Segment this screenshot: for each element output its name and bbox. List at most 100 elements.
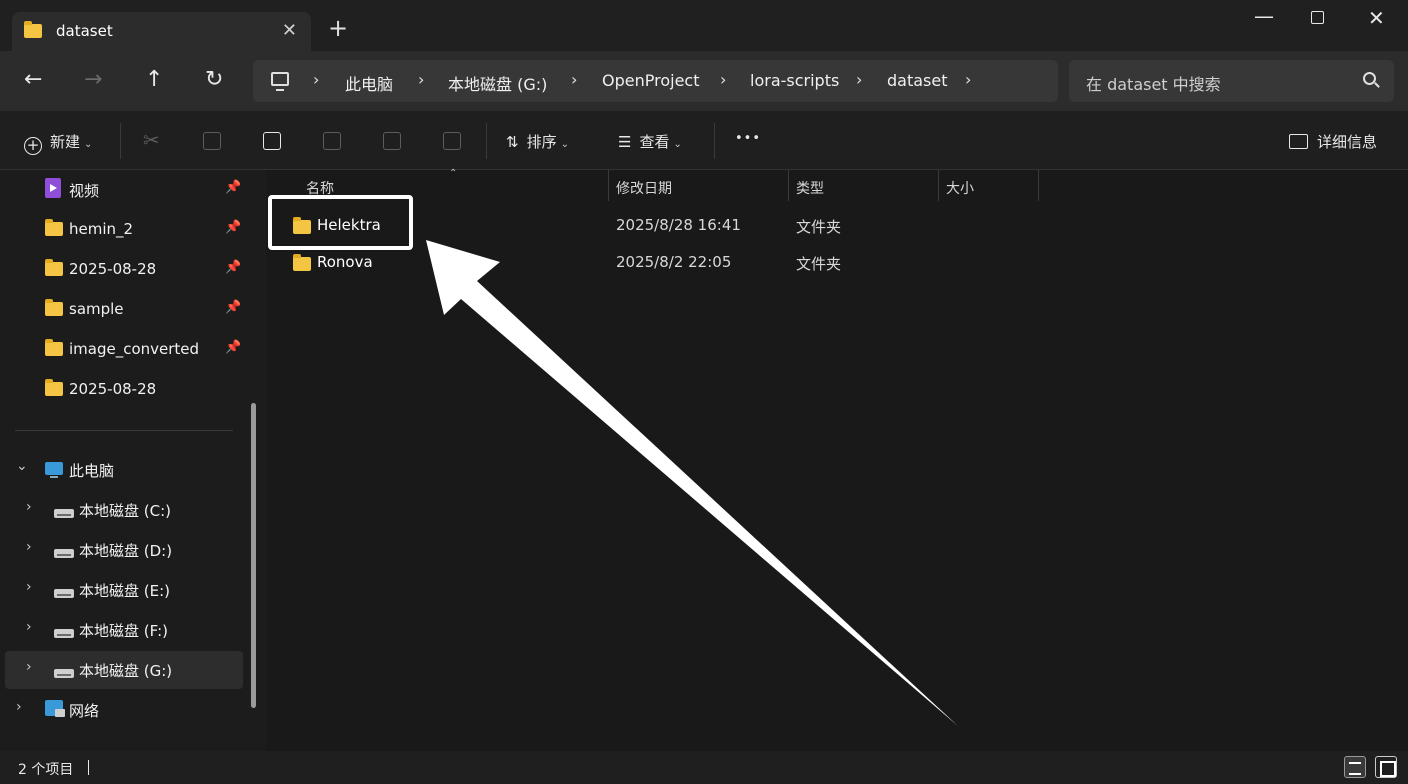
column-divider[interactable]	[938, 170, 939, 201]
column-header-type[interactable]: 类型	[796, 178, 824, 198]
view-label: 查看	[639, 133, 670, 151]
file-row-ronova[interactable]: Ronova 2025/8/2 22:05 文件夹	[268, 245, 1408, 281]
navigation-bar: ← → ↑ ↻ › 此电脑 › 本地磁盘 (G:) › OpenProject …	[0, 51, 1408, 111]
pin-icon[interactable]: 📌	[225, 340, 241, 355]
folder-icon	[45, 339, 63, 360]
folder-icon	[45, 259, 63, 280]
chevron-right-icon[interactable]: ›	[856, 70, 862, 89]
details-pane-icon	[1289, 134, 1308, 149]
breadcrumb-drive-g[interactable]: 本地磁盘 (G:)	[448, 71, 547, 95]
search-icon[interactable]	[1363, 72, 1376, 85]
folder-icon	[24, 21, 42, 38]
search-box[interactable]: 在 dataset 中搜索	[1069, 60, 1394, 102]
sidebar-item-label: hemin_2	[69, 220, 134, 238]
breadcrumb-lora-scripts[interactable]: lora-scripts	[750, 71, 839, 90]
address-bar[interactable]: › 此电脑 › 本地磁盘 (G:) › OpenProject › lora-s…	[253, 60, 1058, 102]
file-row-helektra[interactable]: Helektra 2025/8/28 16:41 文件夹	[268, 208, 1408, 244]
sidebar-item-label: 本地磁盘 (F:)	[79, 622, 168, 640]
sidebar-item-drive-c[interactable]: › 本地磁盘 (C:)	[0, 491, 250, 529]
chevron-down-icon: ⌄	[84, 139, 93, 150]
sidebar-item-drive-e[interactable]: › 本地磁盘 (E:)	[0, 571, 250, 609]
plus-icon: +	[24, 137, 42, 155]
sort-icon: ⇅	[506, 133, 519, 151]
system-drive-icon	[54, 502, 74, 520]
file-modified: 2025/8/28 16:41	[616, 216, 741, 234]
sidebar-item-drive-g[interactable]: › 本地磁盘 (G:)	[5, 651, 243, 689]
more-options-button[interactable]: •••	[735, 131, 761, 146]
details-view-button[interactable]	[1344, 756, 1366, 778]
chevron-right-icon[interactable]: ›	[26, 539, 32, 555]
chevron-right-icon[interactable]: ›	[720, 70, 726, 89]
sidebar-item-sample[interactable]: sample 📌	[0, 291, 250, 329]
paste-icon[interactable]	[263, 132, 281, 154]
sidebar-item-label: 本地磁盘 (C:)	[79, 502, 171, 520]
sidebar-item-2025-08-28[interactable]: 2025-08-28	[0, 371, 250, 409]
divider	[88, 760, 89, 775]
column-divider[interactable]	[788, 170, 789, 201]
column-header-size[interactable]: 大小	[946, 178, 974, 198]
sort-button[interactable]: ⇅ 排序 ⌄	[506, 131, 569, 152]
sidebar-item-drive-f[interactable]: › 本地磁盘 (F:)	[0, 611, 250, 649]
breadcrumb-this-pc[interactable]: 此电脑	[345, 71, 393, 95]
up-button[interactable]: ↑	[145, 69, 163, 91]
sidebar-scrollbar[interactable]	[251, 403, 256, 708]
column-divider[interactable]	[608, 170, 609, 201]
breadcrumb-openproject[interactable]: OpenProject	[602, 71, 699, 90]
rename-icon[interactable]	[323, 132, 341, 154]
copy-icon[interactable]	[203, 132, 221, 154]
tab-close-button[interactable]: ✕	[282, 20, 297, 41]
chevron-right-icon[interactable]: ›	[965, 70, 971, 89]
view-list-icon: ☰	[618, 133, 632, 151]
forward-button[interactable]: →	[84, 69, 102, 91]
new-tab-button[interactable]: +	[328, 16, 348, 40]
chevron-right-icon[interactable]: ›	[26, 659, 32, 675]
chevron-right-icon[interactable]: ›	[571, 70, 577, 89]
chevron-right-icon[interactable]: ›	[418, 70, 424, 89]
chevron-right-icon[interactable]: ›	[313, 70, 319, 89]
large-icons-view-button[interactable]	[1375, 756, 1397, 778]
sidebar-item-drive-d[interactable]: › 本地磁盘 (D:)	[0, 531, 250, 569]
divider	[120, 123, 121, 159]
sidebar-item-hemin-2[interactable]: hemin_2 📌	[0, 211, 250, 249]
pin-icon[interactable]: 📌	[225, 220, 241, 235]
navigation-pane: 视频 📌 hemin_2 📌 2025-08-28 📌 sample 📌 ima…	[0, 170, 266, 751]
sidebar-item-label: image_converted	[69, 340, 200, 358]
refresh-button[interactable]: ↻	[205, 69, 223, 91]
pin-icon[interactable]: 📌	[225, 300, 241, 315]
minimize-button[interactable]: —	[1254, 4, 1274, 28]
tab-dataset[interactable]: dataset ✕	[12, 12, 311, 51]
sort-ascending-icon: ⌃	[449, 168, 458, 179]
breadcrumb-dataset[interactable]: dataset	[887, 71, 948, 90]
chevron-right-icon[interactable]: ›	[16, 699, 22, 715]
pin-icon[interactable]: 📌	[225, 180, 241, 195]
drive-icon	[54, 662, 74, 680]
chevron-right-icon[interactable]: ›	[26, 619, 32, 635]
column-divider[interactable]	[1038, 170, 1039, 201]
sidebar-item-this-pc[interactable]: ⌄ 此电脑	[0, 451, 250, 489]
pin-icon[interactable]: 📌	[225, 260, 241, 275]
divider	[15, 430, 233, 431]
search-input[interactable]: 在 dataset 中搜索	[1086, 71, 1221, 95]
monitor-icon[interactable]	[271, 72, 289, 91]
new-button[interactable]: + 新建 ⌄	[24, 131, 92, 155]
view-button[interactable]: ☰ 查看 ⌄	[618, 131, 682, 152]
maximize-button[interactable]	[1311, 11, 1324, 24]
chevron-down-icon[interactable]: ⌄	[16, 458, 28, 474]
drive-icon	[54, 542, 74, 560]
drive-icon	[54, 582, 74, 600]
chevron-right-icon[interactable]: ›	[26, 499, 32, 515]
chevron-right-icon[interactable]: ›	[26, 579, 32, 595]
share-icon[interactable]	[383, 132, 401, 154]
cut-icon[interactable]: ✂	[143, 128, 160, 152]
close-window-button[interactable]: ✕	[1368, 6, 1385, 30]
sidebar-item-network[interactable]: › 网络	[0, 691, 250, 729]
file-name[interactable]: Ronova	[317, 253, 373, 271]
column-header-modified[interactable]: 修改日期	[616, 178, 672, 198]
back-button[interactable]: ←	[24, 69, 42, 91]
details-pane-button[interactable]: 详细信息	[1289, 131, 1377, 152]
delete-icon[interactable]	[443, 132, 461, 154]
sidebar-item-image-converted[interactable]: image_converted 📌	[0, 331, 250, 369]
divider	[486, 123, 487, 159]
sidebar-item-2025-08-28[interactable]: 2025-08-28 📌	[0, 251, 250, 289]
sidebar-item-videos[interactable]: 视频 📌	[0, 171, 250, 209]
